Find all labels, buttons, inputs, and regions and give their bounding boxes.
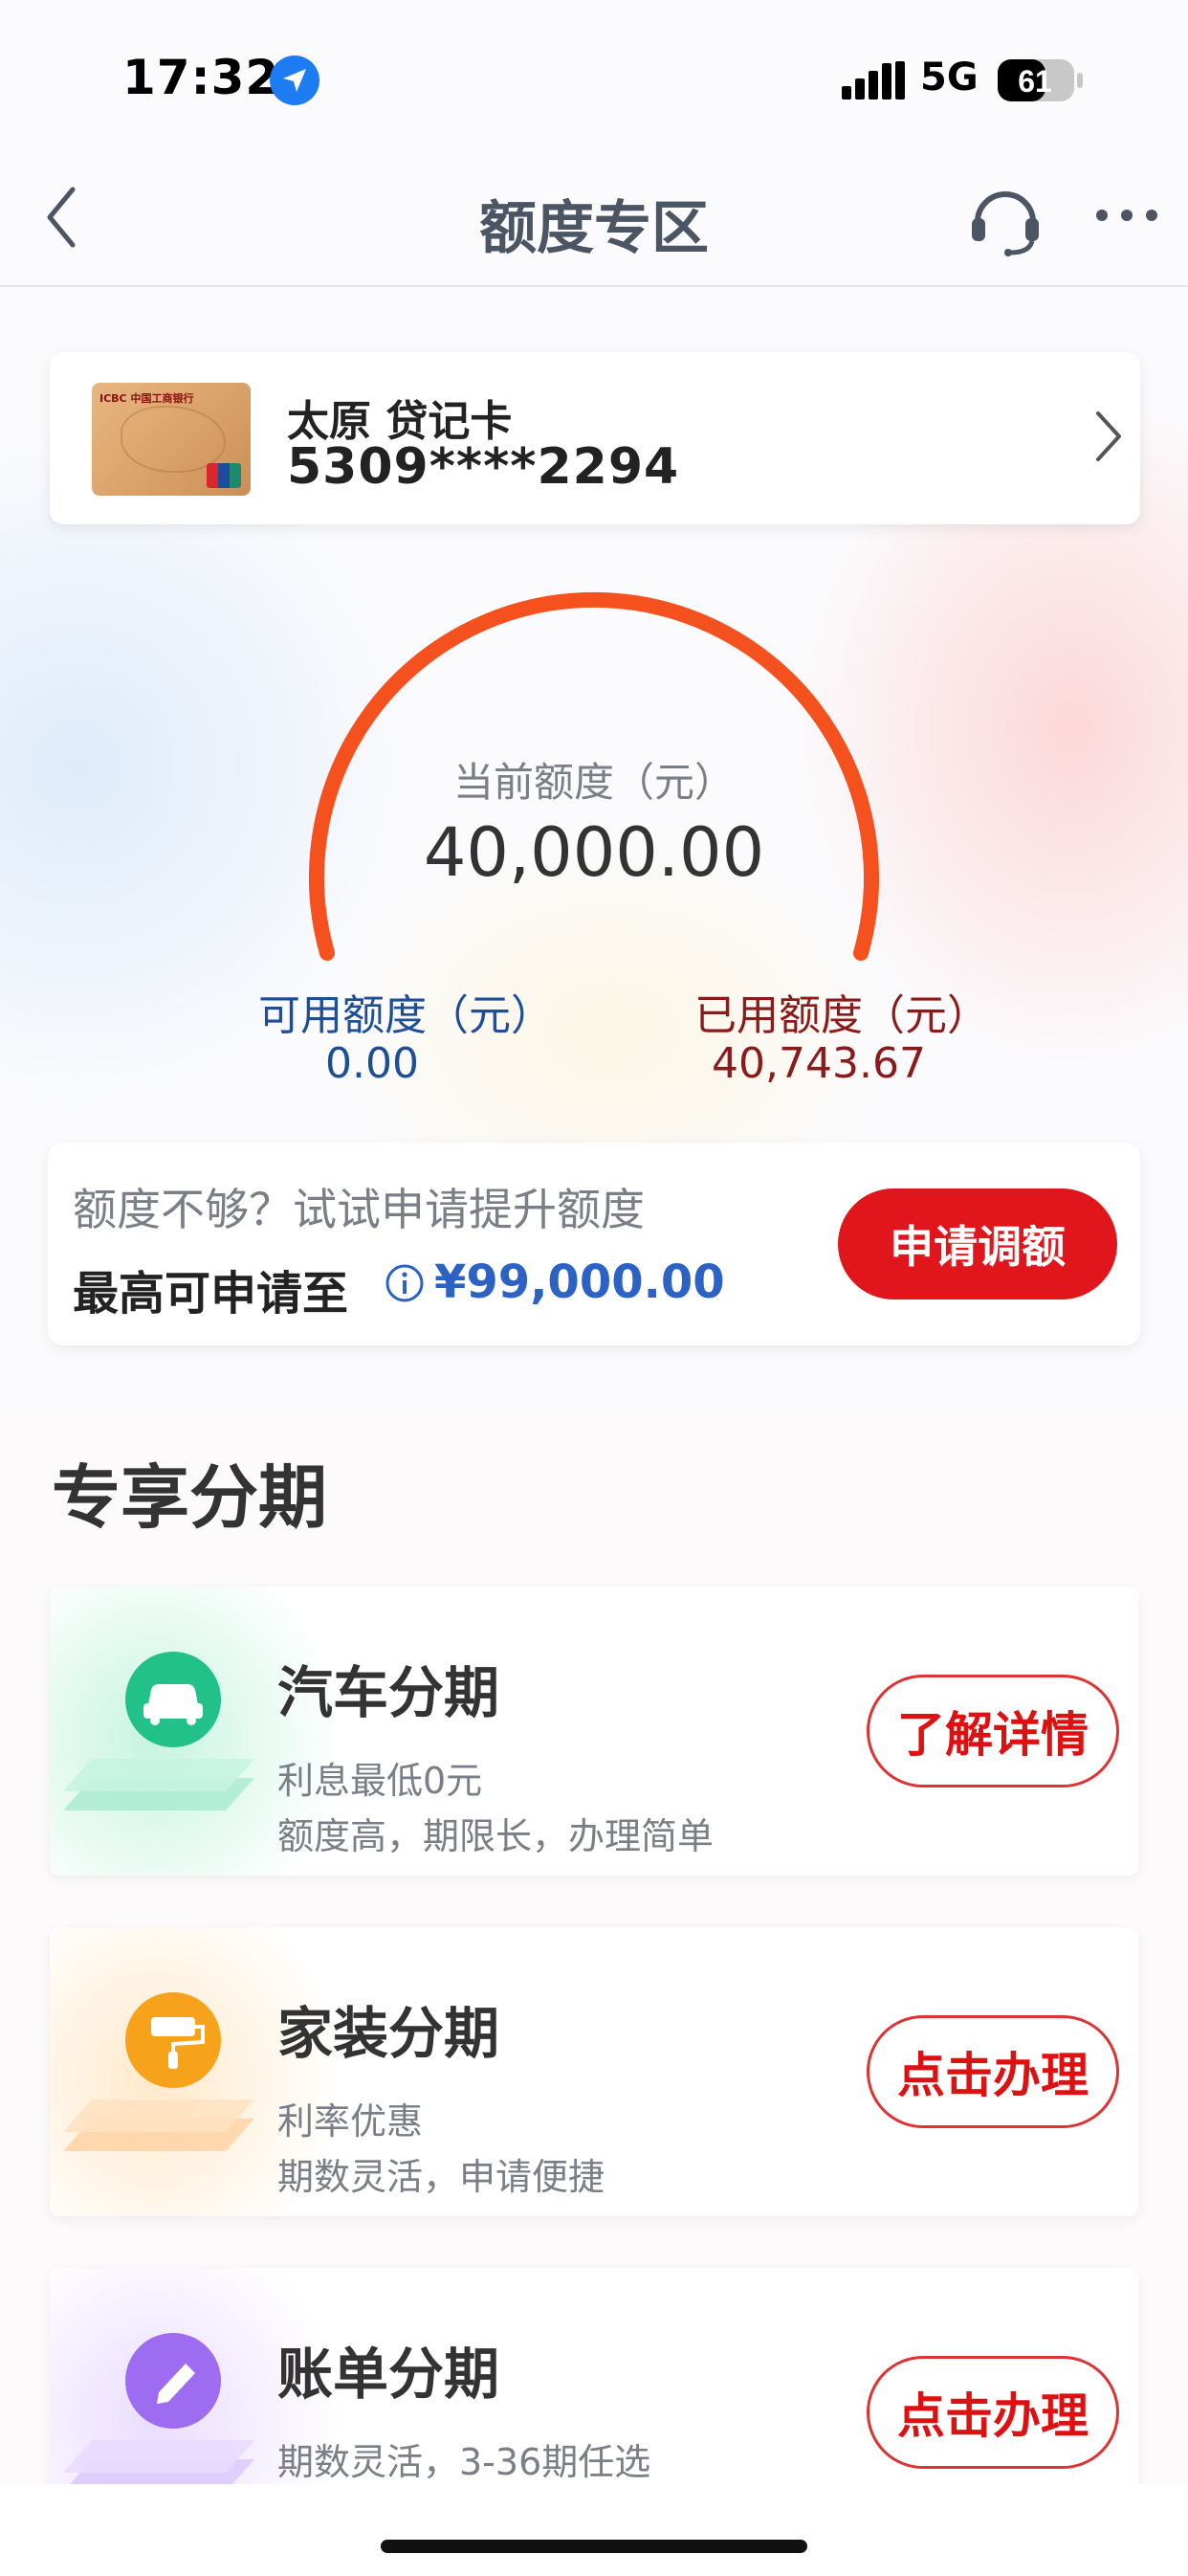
battery-level: 61 <box>1018 64 1052 99</box>
apply-now-button[interactable]: 点击办理 <box>867 2015 1119 2128</box>
car-icon <box>63 1652 254 1810</box>
installment-card-car[interactable]: 汽车分期 利息最低0元 额度高，期限长，办理简单 了解详情 <box>50 1587 1138 1876</box>
customer-service-icon[interactable] <box>966 180 1045 256</box>
installment-title: 汽车分期 <box>277 1660 500 1725</box>
bank-logo: ICBC 中国工商银行 <box>99 392 194 405</box>
card-selector[interactable]: ICBC 中国工商银行 太原 贷记卡 5309****2294 <box>50 352 1140 524</box>
installment-desc-2: 额度高，期限长，办理简单 <box>277 1815 715 1857</box>
network-type: 5G <box>920 56 979 100</box>
installment-desc-1: 期数灵活，3-36期任选 <box>277 2441 651 2483</box>
home-indicator[interactable] <box>381 2540 807 2553</box>
current-limit-label: 当前额度（元） <box>452 759 735 806</box>
raise-limit-hint: 额度不够？试试申请提升额度 <box>73 1184 645 1235</box>
credit-card-image: ICBC 中国工商银行 <box>92 383 251 496</box>
max-limit-amount: ¥99,000.00 <box>434 1255 725 1309</box>
available-limit-label: 可用额度（元） <box>258 991 553 1040</box>
more-options-icon[interactable] <box>1092 203 1161 228</box>
status-time: 17:32 <box>122 50 280 105</box>
status-bar: 17:32 5G 61 <box>0 0 1188 144</box>
unionpay-logo-icon <box>207 463 241 488</box>
installment-card-home[interactable]: 家装分期 利率优惠 期数灵活，申请便捷 点击办理 <box>50 1927 1138 2216</box>
section-title: 专享分期 <box>52 1457 328 1538</box>
learn-more-button[interactable]: 了解详情 <box>867 1675 1119 1788</box>
info-icon[interactable] <box>385 1263 425 1303</box>
installment-title: 账单分期 <box>277 2342 500 2407</box>
cellular-signal-icon <box>842 61 905 100</box>
location-arrow-icon <box>270 56 319 105</box>
paint-roller-icon <box>63 1992 254 2151</box>
max-limit-label: 最高可申请至 <box>73 1267 349 1321</box>
used-limit-label: 已用额度（元） <box>694 991 989 1040</box>
bottom-safe-area <box>0 2484 1188 2576</box>
installment-desc-1: 利率优惠 <box>277 2100 424 2143</box>
used-limit-value: 40,743.67 <box>712 1039 926 1088</box>
available-limit-value: 0.00 <box>325 1039 419 1088</box>
installment-desc-2: 期数灵活，申请便捷 <box>277 2156 605 2198</box>
apply-now-button[interactable]: 点击办理 <box>867 2356 1119 2469</box>
current-limit-value: 40,000.00 <box>423 813 765 892</box>
raise-limit-panel: 额度不够？试试申请提升额度 最高可申请至 ¥99,000.00 申请调额 <box>48 1143 1140 1345</box>
card-number: 5309****2294 <box>287 438 680 496</box>
installment-desc-1: 利息最低0元 <box>277 1760 483 1802</box>
apply-adjust-limit-button[interactable]: 申请调额 <box>838 1188 1117 1299</box>
battery-icon: 61 <box>998 59 1083 101</box>
installment-title: 家装分期 <box>277 2001 500 2066</box>
nav-bar: 额度专区 <box>0 144 1188 287</box>
chevron-right-icon <box>1096 411 1121 461</box>
